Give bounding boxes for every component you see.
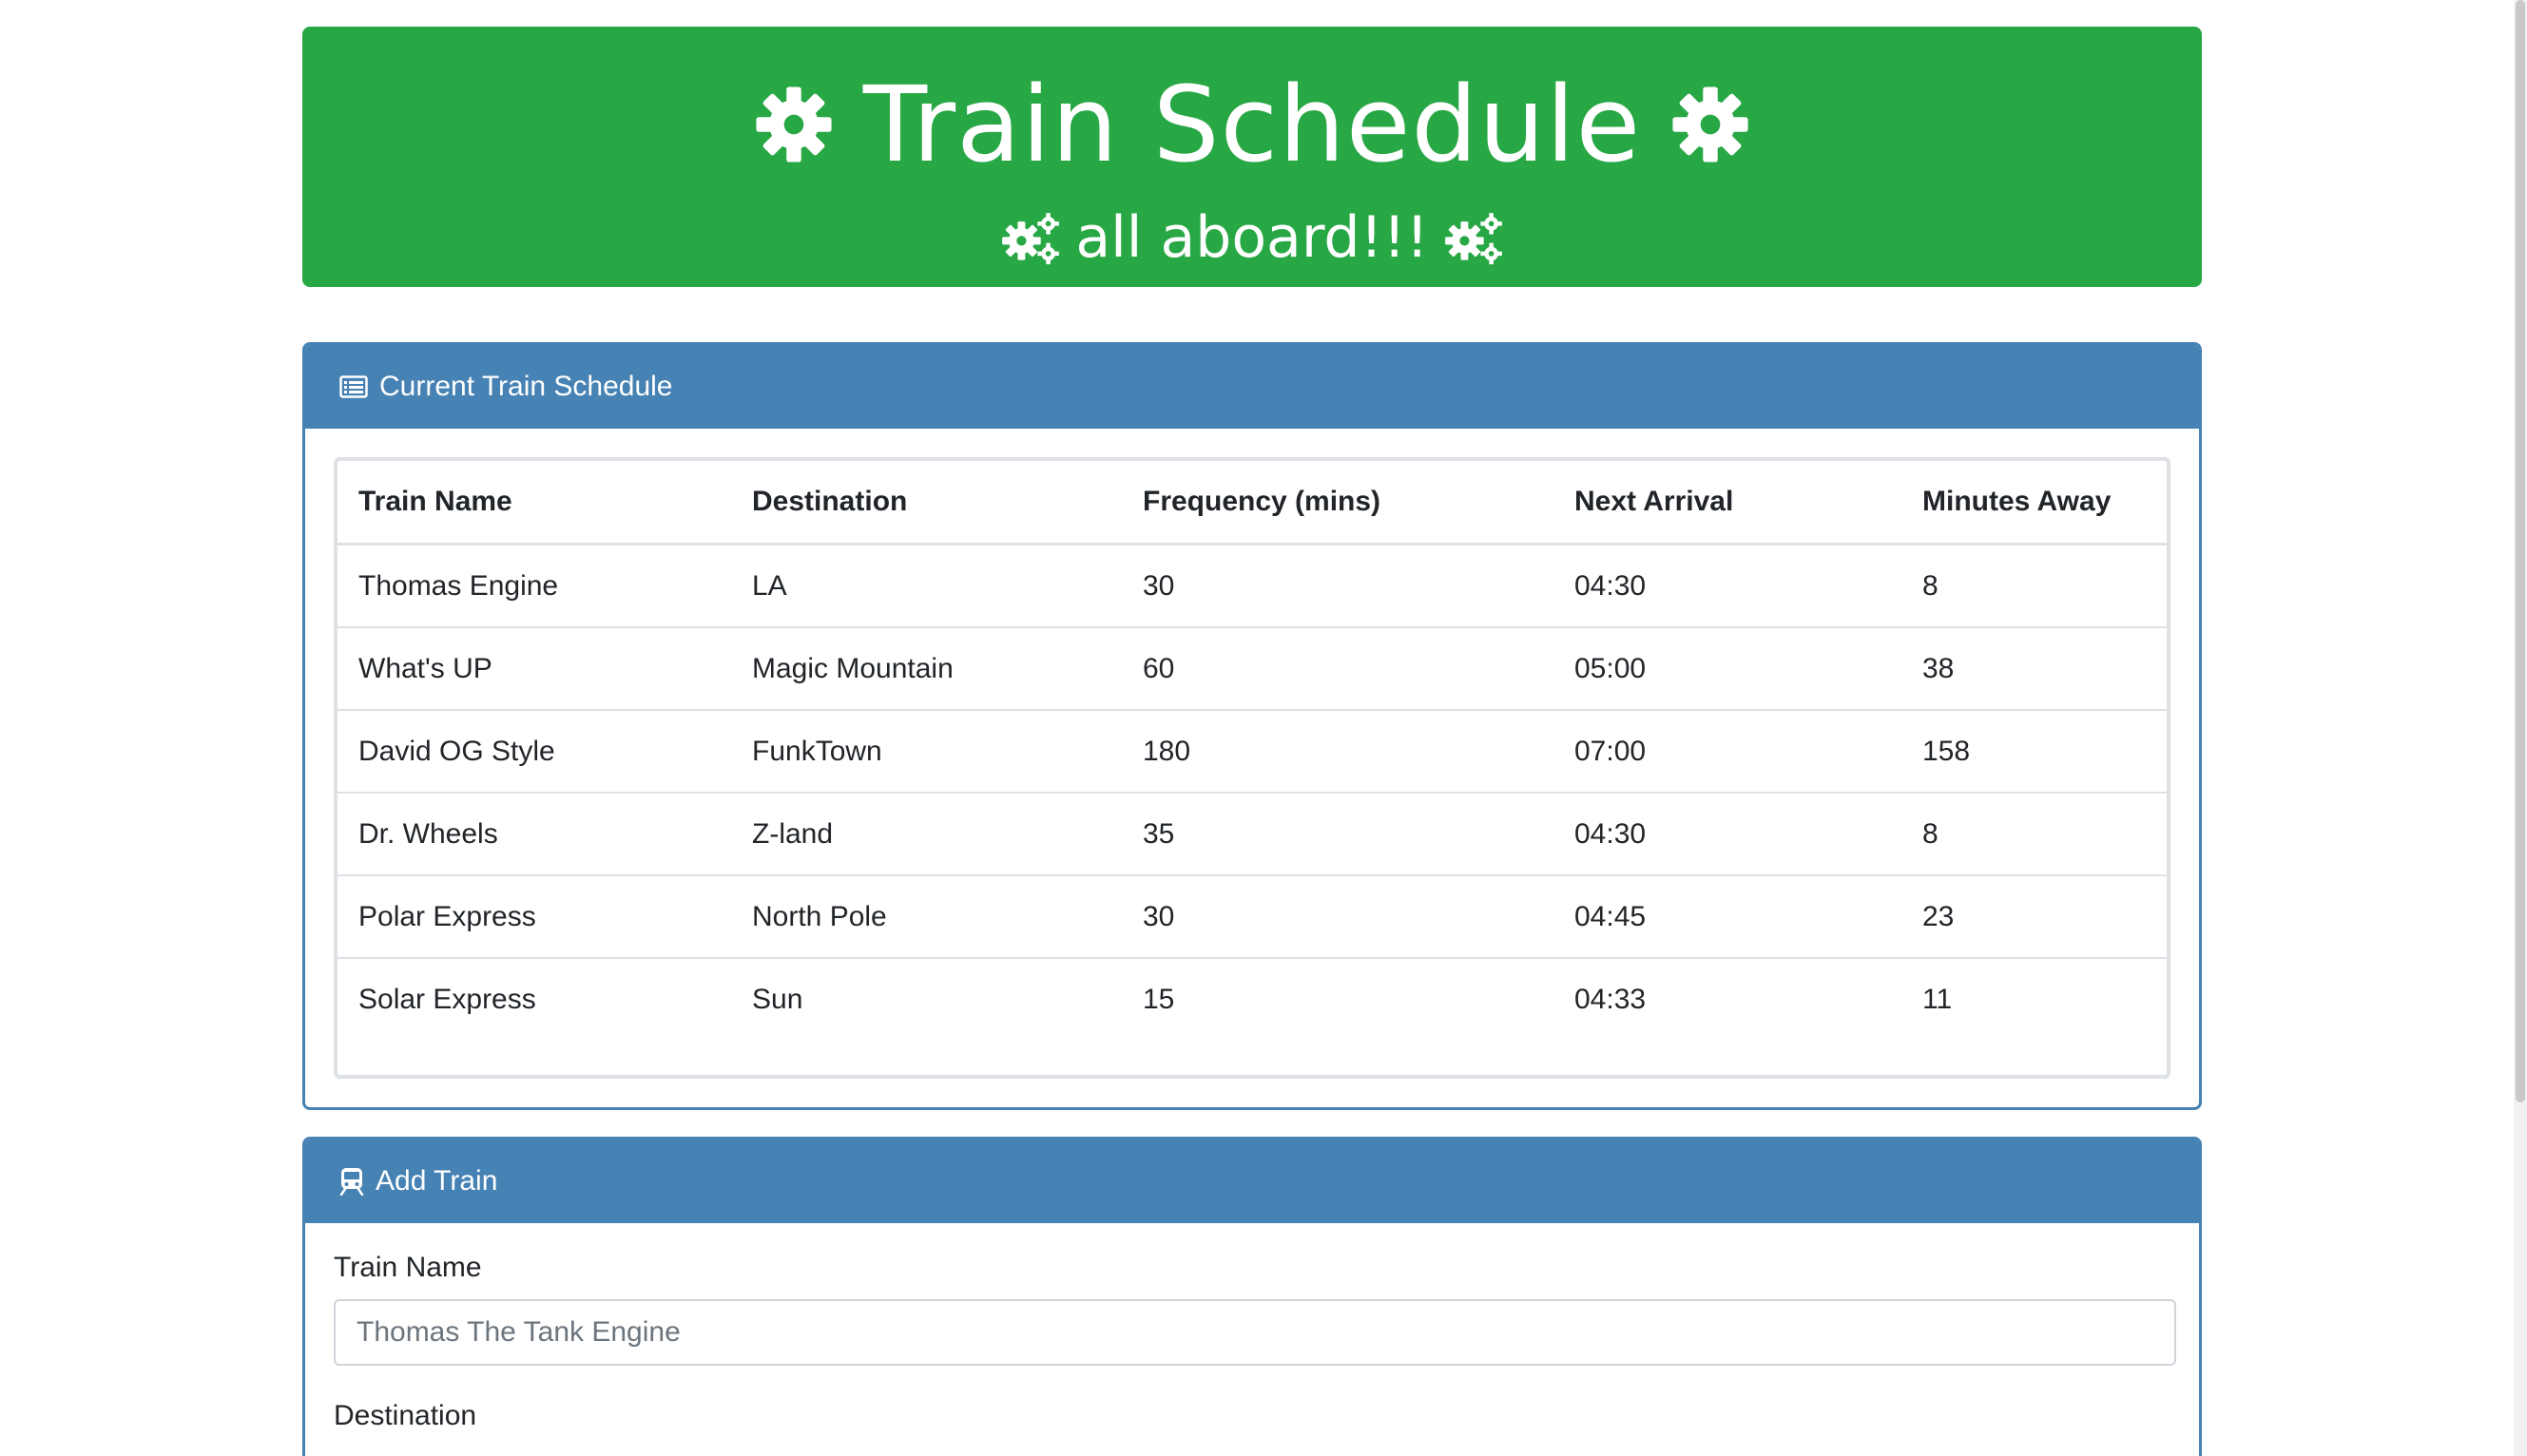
page-subtitle: all aboard!!! — [302, 209, 2202, 266]
cell-frequency: 60 — [1122, 627, 1553, 711]
page-scrollbar[interactable] — [2514, 0, 2527, 1456]
table-header-row: Train Name Destination Frequency (mins) … — [338, 461, 2167, 546]
add-train-panel-heading: Add Train — [305, 1140, 2199, 1223]
cell-next-arrival: 04:33 — [1574, 983, 1647, 1015]
add-train-form: Train Name Destination — [305, 1223, 2199, 1432]
cell-frequency: 30 — [1122, 875, 1553, 959]
cell-minutes-away: 8 — [1901, 544, 2167, 628]
table-row: Solar Express Sun 15 04:33 11 — [338, 958, 2167, 1040]
list-alt-icon — [339, 375, 368, 398]
column-header-minutes-away: Minutes Away — [1901, 461, 2167, 546]
train-name-label: Train Name — [334, 1252, 482, 1283]
cell-next-arrival: 04:45 — [1553, 875, 1901, 959]
column-header-destination: Destination — [731, 461, 1122, 546]
scrollbar-thumb[interactable] — [2516, 0, 2525, 1102]
column-header-frequency: Frequency (mins) — [1122, 461, 1553, 546]
cell-frequency: 35 — [1122, 793, 1553, 876]
table-row: Polar Express North Pole 30 04:45 23 — [338, 875, 2167, 959]
train-name-input[interactable] — [334, 1299, 2176, 1366]
add-train-panel: Add Train Train Name Destination — [302, 1137, 2202, 1456]
cell-minutes-away: 23 — [1901, 875, 2167, 959]
table-row: Thomas Engine LA 30 04:30 8 — [338, 544, 2167, 628]
cell-train-name: What's UP — [338, 627, 731, 711]
cell-destination: Sun — [752, 983, 803, 1015]
cog-icon — [753, 84, 835, 165]
cell-train-name: Thomas Engine — [338, 544, 731, 628]
destination-label: Destination — [334, 1400, 477, 1431]
cell-next-arrival: 04:30 — [1553, 544, 1901, 628]
cell-minutes-away: 158 — [1901, 710, 2167, 794]
add-train-panel-title: Add Train — [376, 1165, 498, 1197]
schedule-panel: Current Train Schedule Train Name Destin… — [302, 342, 2202, 1110]
cell-destination: Magic Mountain — [731, 627, 1122, 711]
cell-train-name: David OG Style — [338, 710, 731, 794]
header-jumbotron: Train Schedule all aboard!!! — [302, 27, 2202, 287]
schedule-table: Train Name Destination Frequency (mins) … — [338, 461, 2167, 1040]
cell-minutes-away: 8 — [1901, 793, 2167, 876]
cell-frequency: 180 — [1122, 710, 1553, 794]
table-row: Dr. Wheels Z-land 35 04:30 8 — [338, 793, 2167, 876]
cell-train-name: Solar Express — [358, 983, 536, 1015]
cell-next-arrival: 04:30 — [1553, 793, 1901, 876]
cog-icon — [1669, 84, 1751, 165]
schedule-table-wrapper: Train Name Destination Frequency (mins) … — [334, 457, 2170, 1079]
cogs-icon — [1001, 210, 1060, 265]
schedule-panel-title: Current Train Schedule — [379, 371, 673, 402]
cell-destination: FunkTown — [731, 710, 1122, 794]
table-row: David OG Style FunkTown 180 07:00 158 — [338, 710, 2167, 794]
page-title-text: Train Schedule — [862, 64, 1642, 185]
page: Train Schedule all aboard!!! Current Tra… — [0, 0, 2527, 1456]
cell-destination: North Pole — [731, 875, 1122, 959]
cell-minutes-away: 11 — [1922, 983, 1953, 1015]
column-header-train-name: Train Name — [338, 461, 731, 546]
column-header-next-arrival: Next Arrival — [1553, 461, 1901, 546]
cell-destination: LA — [731, 544, 1122, 628]
schedule-panel-heading: Current Train Schedule — [305, 345, 2199, 429]
table-row: What's UP Magic Mountain 60 05:00 38 — [338, 627, 2167, 711]
cell-next-arrival: 05:00 — [1553, 627, 1901, 711]
cell-destination: Z-land — [731, 793, 1122, 876]
page-subtitle-text: all aboard!!! — [1075, 204, 1429, 271]
cell-next-arrival: 07:00 — [1553, 710, 1901, 794]
page-title: Train Schedule — [302, 72, 2202, 177]
cell-frequency: 15 — [1143, 983, 1175, 1015]
cogs-icon — [1444, 210, 1503, 265]
cell-frequency: 30 — [1122, 544, 1553, 628]
train-icon — [339, 1167, 364, 1196]
cell-minutes-away: 38 — [1901, 627, 2167, 711]
cell-train-name: Polar Express — [338, 875, 731, 959]
cell-train-name: Dr. Wheels — [338, 793, 731, 876]
